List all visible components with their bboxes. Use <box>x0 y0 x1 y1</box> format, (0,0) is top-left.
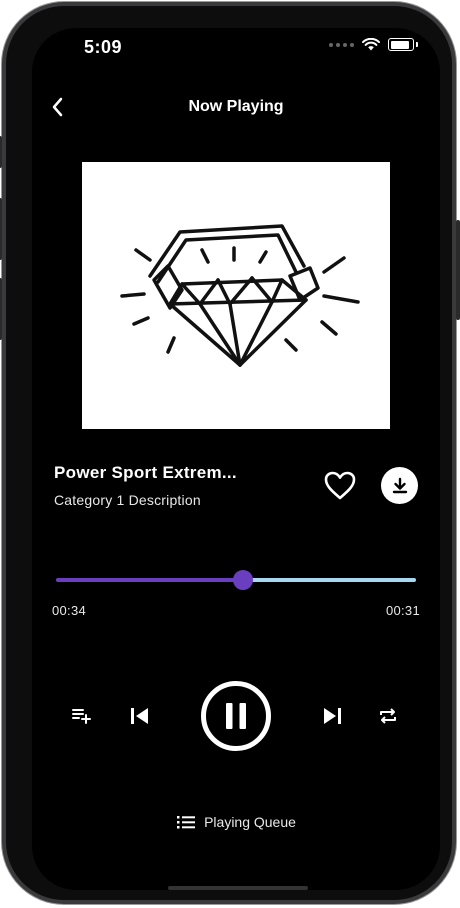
list-icon <box>177 816 196 829</box>
repeat-icon <box>380 708 396 724</box>
playing-queue-button[interactable]: Playing Queue <box>32 814 440 833</box>
battery-tip <box>416 42 418 47</box>
battery-icon <box>388 38 414 51</box>
seek-bar-remaining <box>243 578 416 582</box>
track-title: Power Sport Extrem... <box>54 463 237 482</box>
phone-frame: 5:09 Now Playing Power Sport Extrem... C… <box>0 2 460 904</box>
phone-bezel: 5:09 Now Playing Power Sport Extrem... C… <box>6 6 452 900</box>
pause-button[interactable] <box>201 681 271 751</box>
action-button <box>0 136 2 168</box>
header: Now Playing <box>32 92 440 122</box>
status-icons <box>329 38 418 51</box>
wifi-icon <box>362 38 380 51</box>
heart-outline-icon <box>324 471 356 500</box>
seek-bar[interactable] <box>56 570 416 590</box>
volume-up-button <box>0 198 2 260</box>
playlist-add-icon <box>72 709 91 724</box>
skip-next-icon <box>324 708 341 724</box>
seek-bar-played <box>56 578 243 582</box>
power-button <box>456 220 460 320</box>
next-button[interactable] <box>318 702 346 730</box>
seek-thumb[interactable] <box>233 570 253 590</box>
cellular-signal-icon <box>329 42 354 47</box>
playing-queue-label: Playing Queue <box>204 814 296 830</box>
volume-down-button <box>0 278 2 340</box>
album-artwork <box>82 162 390 429</box>
remaining-time: 00:31 <box>385 603 420 618</box>
previous-button[interactable] <box>126 702 154 730</box>
skip-previous-icon <box>131 708 148 724</box>
elapsed-time: 00:34 <box>52 603 87 618</box>
repeat-button[interactable] <box>376 704 400 728</box>
favorite-button[interactable] <box>322 468 358 504</box>
page-title: Now Playing <box>188 98 284 115</box>
pause-icon <box>226 703 246 729</box>
download-button[interactable] <box>381 467 418 504</box>
app-screen: 5:09 Now Playing Power Sport Extrem... C… <box>32 28 440 890</box>
diamond-headphones-artwork <box>120 224 360 367</box>
dynamic-island <box>172 30 300 66</box>
add-to-queue-button[interactable] <box>70 704 94 728</box>
track-subtitle: Category 1 Description <box>54 492 201 508</box>
status-time: 5:09 <box>84 37 123 57</box>
download-icon <box>392 477 407 493</box>
home-indicator <box>168 886 308 890</box>
